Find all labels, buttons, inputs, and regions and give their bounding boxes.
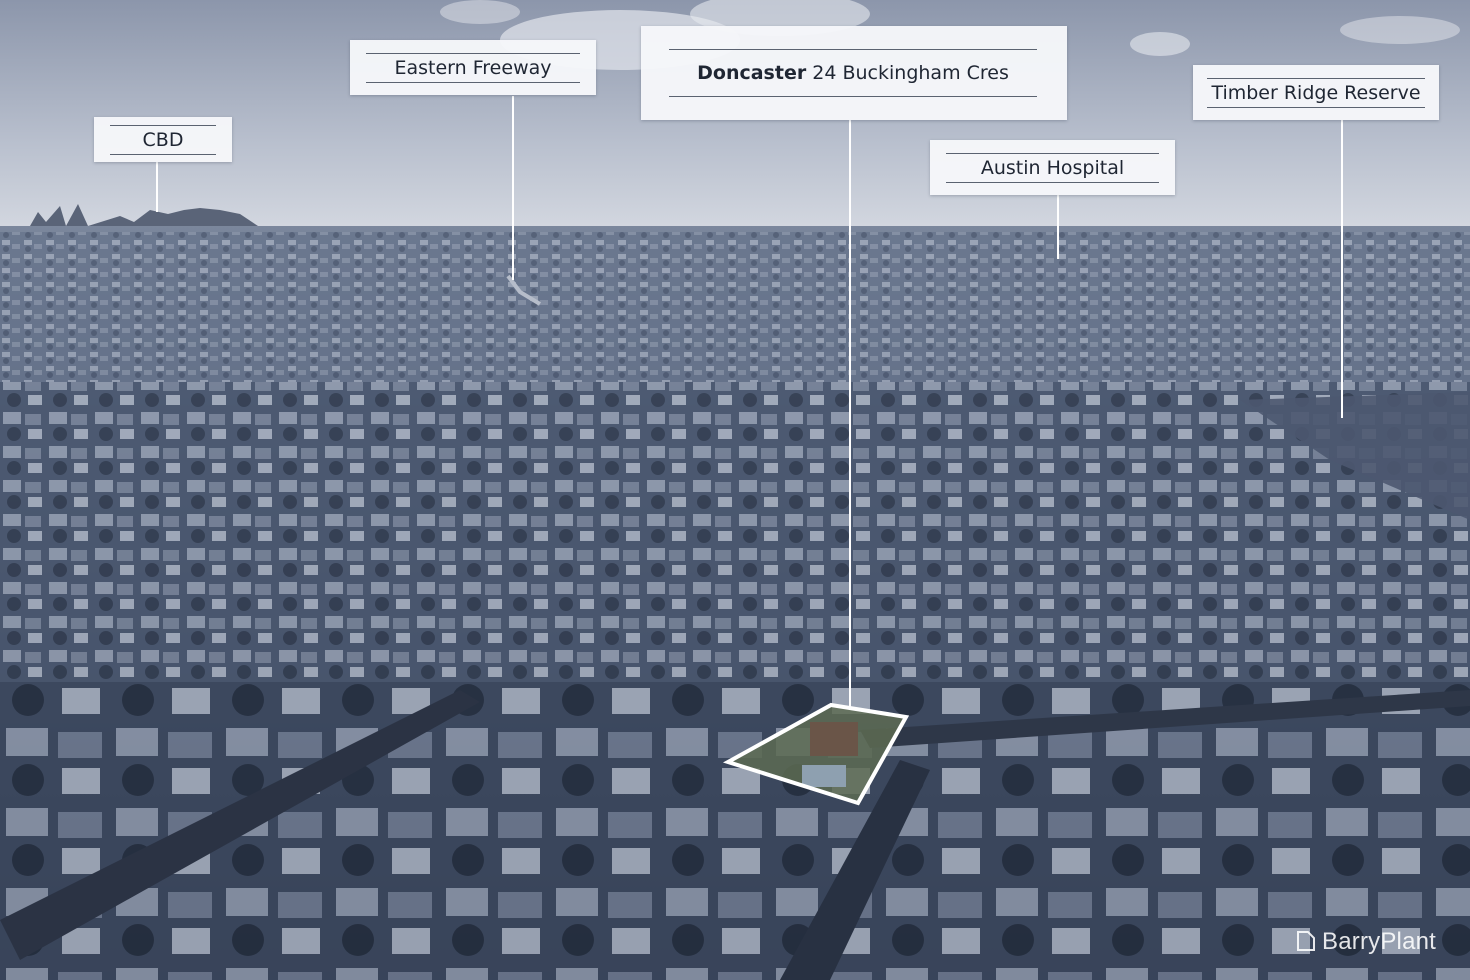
timber-ridge-label: Timber Ridge Reserve bbox=[1193, 65, 1439, 120]
cbd-label-text: CBD bbox=[110, 124, 216, 155]
property-address: 24 Buckingham Cres bbox=[812, 62, 1009, 84]
cbd-pin-line bbox=[156, 162, 158, 212]
eastern-freeway-label-text: Eastern Freeway bbox=[366, 52, 580, 83]
property-label: Doncaster 24 Buckingham Cres bbox=[641, 26, 1067, 120]
timber-ridge-label-text: Timber Ridge Reserve bbox=[1207, 77, 1425, 108]
austin-hospital-label-text: Austin Hospital bbox=[946, 152, 1159, 183]
timber-ridge-pin-line bbox=[1341, 120, 1343, 418]
eastern-freeway-label: Eastern Freeway bbox=[350, 40, 596, 95]
eastern-freeway-pin-line bbox=[512, 96, 514, 280]
property-suburb: Doncaster bbox=[697, 62, 807, 84]
property-pin-line bbox=[849, 120, 851, 710]
barryplant-logo-icon bbox=[1297, 931, 1315, 951]
aerial-photo-scene: CBD Eastern Freeway Doncaster 24 Bucking… bbox=[0, 0, 1470, 980]
austin-hospital-label: Austin Hospital bbox=[930, 140, 1175, 195]
austin-hospital-pin-line bbox=[1057, 195, 1059, 259]
brand-watermark: BarryPlant bbox=[1322, 928, 1437, 955]
cbd-label: CBD bbox=[94, 117, 232, 162]
property-label-text: Doncaster 24 Buckingham Cres bbox=[669, 49, 1037, 97]
